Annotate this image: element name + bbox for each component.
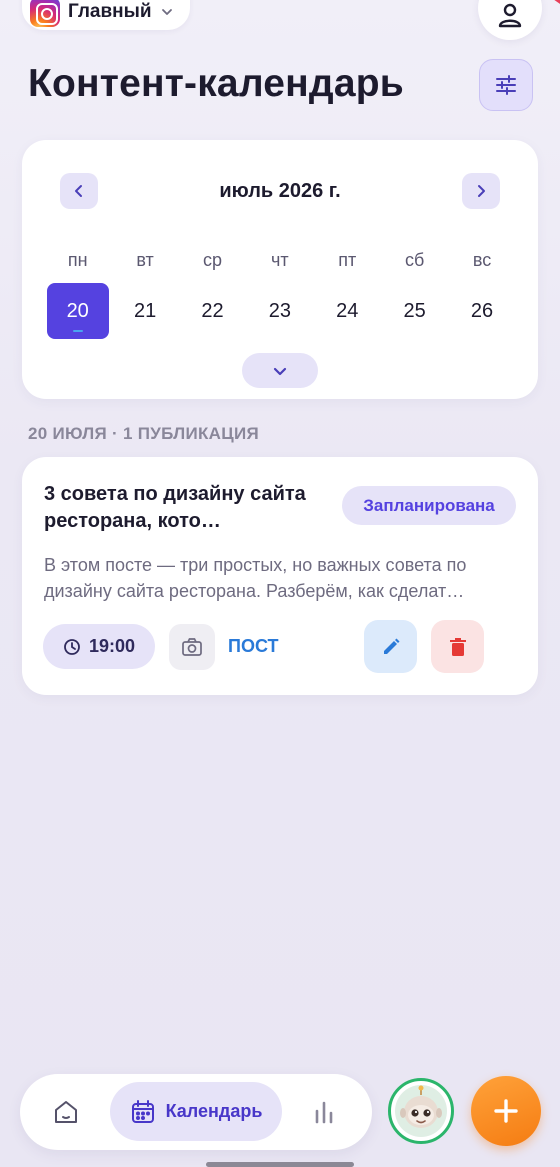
weekday-label: сб bbox=[404, 250, 425, 270]
page-title: Контент-календарь bbox=[28, 62, 404, 105]
day-cell[interactable]: 25 bbox=[381, 283, 448, 339]
weekday-label: вс bbox=[472, 250, 492, 270]
camera-icon bbox=[182, 638, 202, 656]
day-number: 24 bbox=[336, 299, 359, 322]
month-label: июль 2026 г. bbox=[219, 180, 341, 202]
nav-stats[interactable] bbox=[306, 1094, 342, 1130]
status-badge: Запланирована bbox=[342, 486, 516, 525]
day-cell[interactable]: 26 bbox=[448, 283, 515, 339]
weekday-label: пн bbox=[67, 250, 88, 270]
home-icon bbox=[55, 1101, 77, 1123]
day-number: 26 bbox=[470, 299, 494, 322]
post-card[interactable]: 3 совета по дизайну сайта ресторана, кот… bbox=[22, 457, 538, 695]
time-chip[interactable]: 19:00 bbox=[43, 624, 155, 669]
filter-button[interactable] bbox=[479, 59, 533, 111]
decorative-stripe bbox=[541, 0, 560, 9]
chevron-down-icon bbox=[161, 9, 172, 15]
weekday-label: вт bbox=[136, 250, 154, 270]
instagram-icon bbox=[30, 0, 60, 27]
sliders-icon bbox=[496, 75, 516, 95]
chevron-right-icon bbox=[478, 185, 485, 197]
robot-avatar-icon bbox=[395, 1085, 447, 1137]
day-cell[interactable]: 24 bbox=[314, 283, 381, 339]
day-section-header: 20 ИЮЛЯ · 1 ПУБЛИКАЦИЯ bbox=[28, 424, 260, 443]
calendar-card: июль 2026 г. пн вт ср чт пт сб вс 20 21 … bbox=[22, 140, 538, 399]
account-switcher[interactable]: Главный bbox=[22, 0, 190, 30]
post-title: 3 совета по дизайну сайта ресторана, кот… bbox=[44, 483, 306, 532]
calendar-icon bbox=[131, 1099, 154, 1123]
day-cell[interactable]: 23 bbox=[246, 283, 313, 339]
trash-icon bbox=[449, 637, 466, 656]
user-icon bbox=[498, 3, 522, 28]
day-number: 23 bbox=[268, 299, 291, 322]
selected-day-highlight: 20 bbox=[46, 283, 109, 339]
account-name: Главный bbox=[68, 1, 152, 22]
chevron-down-icon bbox=[273, 367, 287, 375]
day-row: 20 21 22 23 24 25 26 bbox=[44, 283, 516, 339]
post-type-label: ПОСТ bbox=[228, 636, 279, 656]
weekday-label: чт bbox=[271, 250, 289, 270]
expand-calendar-button[interactable] bbox=[242, 353, 318, 388]
event-indicator bbox=[72, 330, 83, 332]
day-number: 20 bbox=[66, 299, 89, 322]
edit-button[interactable] bbox=[364, 620, 417, 673]
clock-icon bbox=[64, 638, 80, 655]
home-indicator bbox=[206, 1162, 354, 1167]
nav-calendar-label: Календарь bbox=[165, 1101, 263, 1121]
pencil-icon bbox=[383, 638, 399, 654]
weekday-label: ср bbox=[202, 250, 222, 270]
day-cell[interactable]: 22 bbox=[179, 283, 246, 339]
media-type-indicator bbox=[169, 624, 215, 670]
post-excerpt: В этом посте — три простых, но важных со… bbox=[44, 555, 467, 601]
next-week-button[interactable] bbox=[462, 173, 500, 209]
nav-calendar[interactable]: Календарь bbox=[110, 1082, 282, 1141]
bottom-navigation: Календарь bbox=[20, 1074, 372, 1150]
day-cell[interactable]: 21 bbox=[111, 283, 178, 339]
assistant-avatar[interactable] bbox=[388, 1078, 454, 1144]
nav-home[interactable] bbox=[48, 1094, 84, 1130]
top-bar: Главный bbox=[0, 0, 560, 50]
weekday-row: пн вт ср чт пт сб вс bbox=[44, 250, 516, 271]
delete-button[interactable] bbox=[431, 620, 484, 673]
day-number: 25 bbox=[403, 299, 426, 322]
post-time: 19:00 bbox=[88, 636, 136, 656]
plus-icon bbox=[494, 1099, 518, 1123]
add-post-button[interactable] bbox=[471, 1076, 541, 1146]
day-cell-selected[interactable]: 20 bbox=[44, 283, 111, 339]
day-number: 21 bbox=[133, 299, 157, 322]
weekday-label: пт bbox=[338, 250, 357, 270]
profile-button[interactable] bbox=[478, 0, 542, 40]
day-number: 22 bbox=[201, 299, 224, 322]
bar-chart-icon bbox=[315, 1101, 333, 1124]
